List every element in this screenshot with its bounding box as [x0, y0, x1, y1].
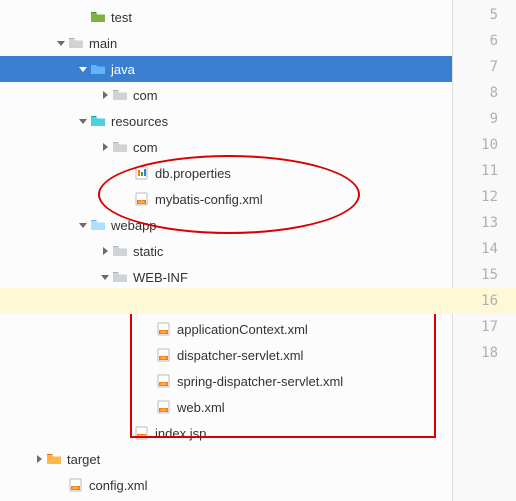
folder-web-icon [90, 217, 106, 233]
svg-text:</>: </> [160, 356, 167, 361]
tree-item-label: db.properties [155, 166, 231, 181]
folder-orange-icon [46, 451, 62, 467]
tree-row[interactable]: webapp [0, 212, 452, 238]
tree-row[interactable]: db.properties [0, 160, 452, 186]
folder-grey-icon [112, 269, 128, 285]
chevron-down-icon[interactable] [76, 64, 90, 74]
tree-row[interactable]: </> dispatcher-servlet.xml [0, 342, 452, 368]
chevron-down-icon[interactable] [54, 38, 68, 48]
tree-item-label: test [111, 10, 132, 25]
tree-row[interactable]: </> mybatis-config.xml [0, 186, 452, 212]
chevron-right-icon[interactable] [32, 454, 46, 464]
tree-item-label: mybatis-config.xml [155, 192, 263, 207]
tree-row[interactable]: </> config.xml [0, 472, 452, 498]
line-number: 6 [453, 28, 498, 54]
svg-text:</>: </> [160, 408, 167, 413]
file-xml-icon: </> [156, 347, 172, 363]
line-number: 8 [453, 80, 498, 106]
tree-item-label: views [155, 296, 188, 311]
folder-green-icon [90, 9, 106, 25]
tree-item-label: com [133, 140, 158, 155]
tree-item-label: spring-dispatcher-servlet.xml [177, 374, 343, 389]
tree-item-label: index.jsp [155, 426, 206, 441]
tree-row[interactable]: </> applicationContext.xml [0, 316, 452, 342]
file-xml-icon: </> [68, 477, 84, 493]
file-xml-icon: </> [134, 191, 150, 207]
line-number: 14 [453, 236, 498, 262]
svg-text:</>: </> [160, 382, 167, 387]
chevron-right-icon[interactable] [98, 90, 112, 100]
line-number: 10 [453, 132, 498, 158]
line-number: 16 [453, 288, 498, 314]
file-xml-icon: </> [156, 373, 172, 389]
file-jsp-icon: JSP [134, 425, 150, 441]
file-props-icon [134, 165, 150, 181]
tree-item-label: main [89, 36, 117, 51]
tree-row[interactable]: com [0, 134, 452, 160]
tree-row[interactable]: java [0, 56, 452, 82]
folder-blue-icon [90, 61, 106, 77]
tree-row[interactable]: target [0, 446, 452, 472]
svg-text:</>: </> [72, 486, 79, 491]
svg-text:JSP: JSP [138, 434, 146, 439]
folder-grey-icon [112, 139, 128, 155]
folder-teal-icon [90, 113, 106, 129]
tree-row[interactable]: JSP index.jsp [0, 420, 452, 446]
tree-row[interactable]: static [0, 238, 452, 264]
line-number: 9 [453, 106, 498, 132]
tree-item-label: config.xml [89, 478, 148, 493]
tree-item-label: web.xml [177, 400, 225, 415]
chevron-right-icon[interactable] [98, 246, 112, 256]
line-number: 5 [453, 2, 498, 28]
tree-item-label: resources [111, 114, 168, 129]
tree-item-label: webapp [111, 218, 157, 233]
tree-row[interactable]: main [0, 30, 452, 56]
line-number: 11 [453, 158, 498, 184]
tree-row[interactable]: WEB-INF [0, 264, 452, 290]
tree-item-label: static [133, 244, 163, 259]
folder-grey-icon [68, 35, 84, 51]
tree-row[interactable]: resources [0, 108, 452, 134]
chevron-down-icon[interactable] [76, 220, 90, 230]
chevron-right-icon[interactable] [120, 298, 134, 308]
file-xml-icon: </> [156, 321, 172, 337]
line-number: 7 [453, 54, 498, 80]
line-number: 17 [453, 314, 498, 340]
tree-item-label: dispatcher-servlet.xml [177, 348, 303, 363]
line-number: 15 [453, 262, 498, 288]
tree-item-label: com [133, 88, 158, 103]
tree-item-label: applicationContext.xml [177, 322, 308, 337]
chevron-right-icon[interactable] [98, 142, 112, 152]
folder-grey-icon [112, 87, 128, 103]
file-xml-icon: </> [156, 399, 172, 415]
svg-text:</>: </> [160, 330, 167, 335]
line-number: 13 [453, 210, 498, 236]
tree-row[interactable]: com [0, 82, 452, 108]
folder-grey-icon [134, 295, 150, 311]
tree-row[interactable]: test [0, 4, 452, 30]
tree-item-label: java [111, 62, 135, 77]
svg-text:</>: </> [138, 200, 145, 205]
tree-item-label: WEB-INF [133, 270, 188, 285]
file-tree[interactable]: test main java com resources com db.properties… [0, 0, 452, 501]
tree-row[interactable]: </> web.xml [0, 394, 452, 420]
chevron-down-icon[interactable] [98, 272, 112, 282]
tree-row[interactable]: views [0, 290, 452, 316]
folder-grey-icon [112, 243, 128, 259]
line-number: 12 [453, 184, 498, 210]
line-number-gutter: 56789101112131415161718 [452, 0, 516, 501]
tree-item-label: target [67, 452, 100, 467]
chevron-down-icon[interactable] [76, 116, 90, 126]
line-number: 18 [453, 340, 498, 366]
tree-row[interactable]: </> spring-dispatcher-servlet.xml [0, 368, 452, 394]
